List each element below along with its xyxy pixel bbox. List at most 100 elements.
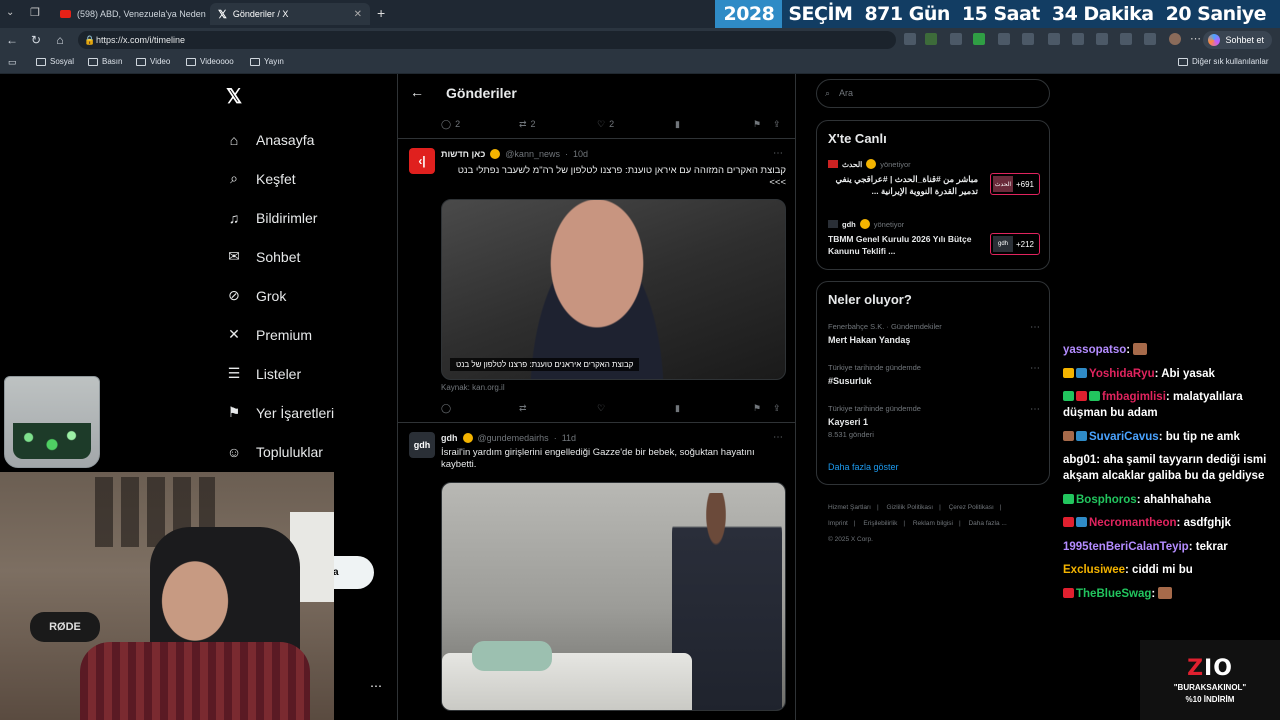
extension-icon[interactable] [1022,33,1034,45]
copilot-chat-button[interactable]: Sohbet et [1203,31,1272,49]
search-input[interactable]: ⌕ Ara [816,79,1050,108]
bookmark-icon[interactable]: ⚑ [753,403,761,414]
reading-list-icon[interactable]: ▭ [8,57,17,68]
sidebar-item-explore[interactable]: ⌕ Keşfet [226,159,334,198]
collections-icon[interactable] [1096,33,1108,45]
views-icon[interactable]: ▮ [675,403,680,414]
extension-icon[interactable] [950,33,962,45]
reload-icon[interactable]: ↻ [24,33,48,47]
footer-link[interactable]: Erişilebilirlik [863,520,897,527]
live-listeners-badge[interactable]: الحدث +691 [990,173,1040,195]
bookmark-folder[interactable]: Video [136,57,170,66]
favorites-icon[interactable] [1072,33,1084,45]
sidebar-item-communities[interactable]: ☺ Topluluklar [226,432,334,471]
trend-more-icon[interactable]: ⋯ [1030,322,1040,333]
sidebar-item-grok[interactable]: ⊘ Grok [226,276,334,315]
tab-youtube[interactable]: (598) ABD, Venezuela'ya Neden Sa ✕ [52,3,207,25]
reply-button[interactable]: ◯ [441,403,451,414]
views-icon[interactable]: ▮ [675,119,680,130]
sidebar-item-premium[interactable]: ✕ Premium [226,315,334,354]
avatar[interactable]: gdh [409,432,435,458]
author-name[interactable]: gdh [441,433,458,443]
extensions-icon[interactable] [1144,33,1156,45]
repost-button[interactable]: ⇄ 2 [519,119,536,130]
share-icon[interactable]: ⇪ [773,119,781,130]
extension-icon[interactable] [925,33,937,45]
post-image[interactable]: קבוצת האקרים איראנים טוענת: פרצנו לטלפון… [441,199,786,380]
like-button[interactable]: ♡ 2 [597,119,614,130]
tab-x[interactable]: 𝕏 Gönderiler / X ✕ [210,3,370,25]
extension-icon[interactable] [998,33,1010,45]
sidebar-item-chat[interactable]: ✉ Sohbet [226,237,334,276]
avatar[interactable]: ‹| [409,148,435,174]
author-handle[interactable]: @gundemedairhs [478,433,549,443]
trend-more-icon[interactable]: ⋯ [1030,404,1040,415]
account-menu-icon[interactable]: ⋯ [370,679,382,693]
x-logo-icon[interactable]: 𝕏 [226,84,242,109]
chat-badge-icon [1063,493,1074,504]
chat-badge-icon [1089,391,1100,401]
sidebar-item-notifications[interactable]: ♫ Bildirimler [226,198,334,237]
trend-count: 8.531 gönderi [828,430,874,439]
extension-icon[interactable] [973,33,985,45]
footer-link[interactable]: Çerez Politikası [949,504,994,511]
author-name[interactable]: כאן חדשות [441,149,485,159]
split-view-icon[interactable] [1048,33,1060,45]
post-more-icon[interactable]: ⋯ [773,148,783,159]
countdown-hours: 15 Saat [961,3,1040,25]
share-icon[interactable]: ⇪ [773,403,781,414]
sidebar-item-bookmarks[interactable]: ⚑ Yer İşaretleri [226,393,334,432]
new-tab-button[interactable]: + [377,5,385,21]
other-bookmarks-folder[interactable]: Diğer sık kullanılanlar [1178,57,1268,66]
trend-item[interactable]: Fenerbahçe S.K. · Gündemdekiler Mert Hak… [828,322,1040,345]
close-icon[interactable]: ✕ [354,9,362,20]
footer-link[interactable]: Daha fazla ... [968,520,1006,527]
countdown-year: 2028 [715,0,783,28]
chat-message: Exclusiwee: ciddi mi bu [1063,562,1273,578]
trend-more-icon[interactable]: ⋯ [1030,363,1040,374]
separator: | [853,520,856,527]
bookmark-folder[interactable]: Videoooo [186,57,234,66]
post-time[interactable]: 10d [573,149,588,159]
bookmark-folder[interactable]: Sosyal [36,57,74,66]
sidebar-item-home[interactable]: ⌂ Anasayfa [226,120,334,159]
browser-essentials-icon[interactable] [1120,33,1132,45]
sidebar-item-label: Yer İşaretleri [256,404,335,421]
live-host: gdh [842,219,856,229]
url-field[interactable]: 🔒 https://x.com/i/timeline [78,31,896,49]
home-icon[interactable]: ⌂ [48,33,72,47]
bookmark-icon[interactable]: ⚑ [753,119,761,130]
back-icon[interactable]: ← [0,33,24,47]
like-button[interactable]: ♡ [597,403,605,414]
author-handle[interactable]: @kann_news [505,149,560,159]
chat-username: TheBlueSwag [1076,587,1152,600]
list-icon: ☰ [227,365,241,381]
repost-button[interactable]: ⇄ [519,403,527,414]
trend-item[interactable]: Türkiye tarihinde gündemde #Susurluk ⋯ [828,363,1040,386]
post-more-icon[interactable]: ⋯ [773,432,783,443]
extension-icon[interactable] [904,33,916,45]
live-item[interactable]: الحدث yönetiyor مباشر من #قناة_الحدث | #… [828,159,1040,209]
reply-button[interactable]: ◯ 2 [441,119,460,130]
footer-link[interactable]: Hizmet Şartları [828,504,871,511]
back-arrow-icon[interactable]: ← [410,84,424,100]
post-time[interactable]: 11d [562,433,576,443]
post-header: כאן חדשות @kann_news · 10d [441,149,588,159]
workspaces-icon[interactable]: ❐ [30,6,40,19]
more-icon[interactable]: ⋯ [1190,32,1201,45]
post-image[interactable] [441,482,786,711]
sidebar-item-lists[interactable]: ☰ Listeler [226,354,334,393]
trend-item[interactable]: Türkiye tarihinde gündemde Kayseri 1 8.5… [828,404,1040,439]
link-source[interactable]: Kaynak: kan.org.il [441,383,505,392]
footer-link[interactable]: Reklam bilgisi [913,520,953,527]
show-more-link[interactable]: Daha fazla göster [828,462,899,472]
bookmark-folder[interactable]: Yayın [250,57,284,66]
live-item[interactable]: gdh yönetiyor TBMM Genel Kurulu 2026 Yıl… [828,219,1040,269]
bookmark-folder[interactable]: Basın [88,57,122,66]
footer-link[interactable]: Imprint [828,520,848,527]
live-listeners-badge[interactable]: gdh +212 [990,233,1040,255]
profile-avatar[interactable] [1169,33,1181,45]
post-button[interactable]: a [330,556,374,589]
footer-link[interactable]: Gizlilik Politikası [887,504,934,511]
tab-menu-icon[interactable]: ⌄ [6,7,14,18]
